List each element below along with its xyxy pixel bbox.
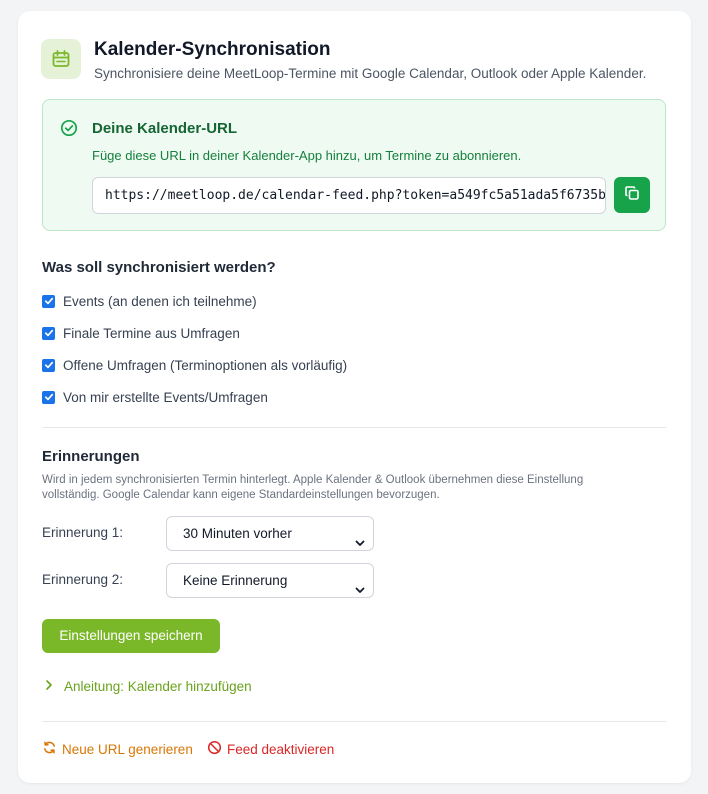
calendar-url-panel: Deine Kalender-URL Füge diese URL in dei… (42, 99, 666, 231)
reminder-1-label: Erinnerung 1: (42, 525, 124, 540)
chevron-right-icon (44, 679, 54, 694)
reminder-1-select[interactable]: 30 Minuten vorher (166, 516, 374, 551)
copy-icon (624, 185, 640, 206)
calendar-url-field[interactable]: https://meetloop.de/calendar-feed.php?to… (92, 177, 606, 214)
regenerate-url-label: Neue URL generieren (62, 741, 193, 757)
calendar-url-title: Deine Kalender-URL (92, 120, 238, 137)
sync-section-title: Was soll synchronisiert werden? (42, 259, 276, 276)
divider (42, 721, 666, 722)
reminder-2-label: Erinnerung 2: (42, 572, 124, 587)
sync-option-events[interactable]: Events (an denen ich teilnehme) (42, 291, 257, 311)
chevron-down-icon (354, 528, 366, 561)
refresh-icon (42, 740, 57, 758)
checkbox[interactable] (42, 358, 55, 372)
reminder-1-value: 30 Minuten vorher (183, 526, 292, 541)
calendar-guide-toggle[interactable]: Anleitung: Kalender hinzufügen (44, 679, 252, 694)
checkbox-label: Finale Termine aus Umfragen (63, 325, 240, 341)
deactivate-feed-button[interactable]: Feed deaktivieren (207, 740, 334, 758)
checkbox-label: Events (an denen ich teilnehme) (63, 293, 257, 309)
check-circle-icon (60, 119, 78, 142)
reminder-2-select[interactable]: Keine Erinnerung (166, 563, 374, 598)
ban-icon (207, 740, 222, 758)
sync-option-final-dates[interactable]: Finale Termine aus Umfragen (42, 323, 240, 343)
reminder-2-value: Keine Erinnerung (183, 573, 288, 588)
chevron-down-icon (354, 575, 366, 608)
sync-option-open-polls[interactable]: Offene Umfragen (Terminoptionen als vorl… (42, 355, 347, 375)
checkbox-label: Offene Umfragen (Terminoptionen als vorl… (63, 357, 348, 373)
deactivate-feed-label: Feed deaktivieren (227, 741, 335, 757)
reminders-description: Wird in jedem synchronisierten Termin hi… (42, 474, 584, 501)
page-subtitle: Synchronisiere deine MeetLoop-Termine mi… (94, 66, 647, 81)
checkbox-label: Von mir erstellte Events/Umfragen (63, 389, 268, 405)
checkbox[interactable] (42, 326, 55, 340)
calendar-url-description: Füge diese URL in deiner Kalender-App hi… (92, 148, 522, 163)
reminders-title: Erinnerungen (42, 448, 140, 465)
calendar-sync-card: Kalender-Synchronisation Synchronisiere … (18, 11, 691, 783)
calendar-icon (41, 39, 81, 79)
checkbox[interactable] (42, 294, 55, 308)
page-title: Kalender-Synchronisation (94, 39, 331, 60)
copy-url-button[interactable] (614, 177, 650, 213)
checkbox[interactable] (42, 390, 55, 404)
calendar-guide-label: Anleitung: Kalender hinzufügen (64, 679, 252, 694)
sync-option-own-events[interactable]: Von mir erstellte Events/Umfragen (42, 387, 268, 407)
save-settings-button[interactable]: Einstellungen speichern (42, 619, 220, 653)
regenerate-url-button[interactable]: Neue URL generieren (42, 740, 193, 758)
divider (42, 427, 666, 428)
